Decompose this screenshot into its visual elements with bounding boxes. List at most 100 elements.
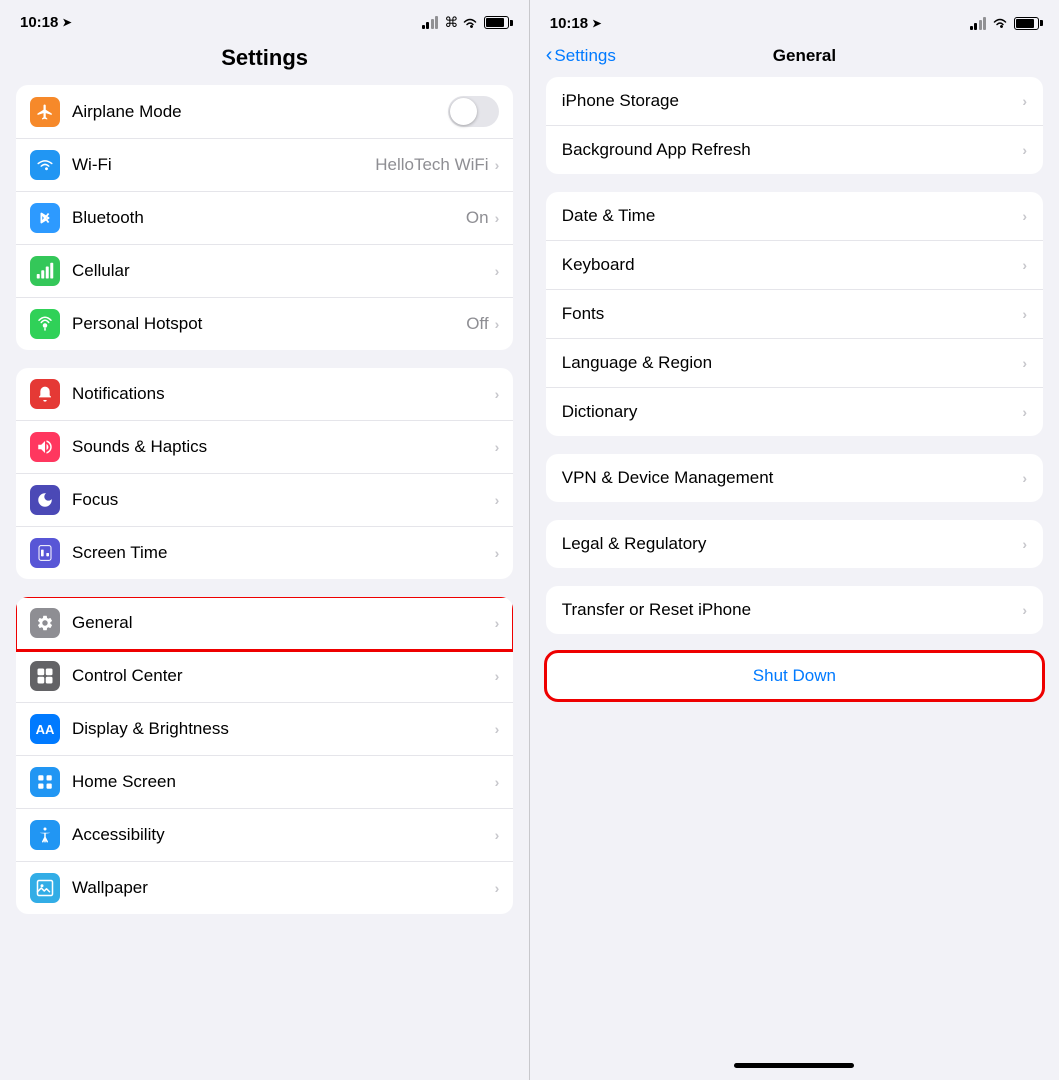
hotspot-icon — [30, 309, 60, 339]
toggle-knob — [450, 98, 477, 125]
sounds-chevron: › — [495, 439, 500, 455]
airplane-toggle[interactable] — [448, 96, 499, 127]
notifications-icon — [30, 379, 60, 409]
accessibility-row[interactable]: Accessibility › — [16, 809, 513, 862]
vpn-row[interactable]: VPN & Device Management › — [546, 454, 1043, 502]
datetime-label: Date & Time — [562, 206, 1023, 226]
notifications-row[interactable]: Notifications › — [16, 368, 513, 421]
accessibility-chevron: › — [495, 827, 500, 843]
general-row[interactable]: General › — [16, 597, 513, 650]
legal-chevron: › — [1022, 536, 1027, 552]
left-wifi-icon: ⌘ — [444, 14, 478, 31]
focus-icon — [30, 485, 60, 515]
homescreen-chevron: › — [495, 774, 500, 790]
back-label: Settings — [554, 46, 615, 66]
right-time: 10:18 ➤ — [550, 15, 602, 32]
left-time: 10:18 ➤ — [20, 14, 72, 31]
airplane-mode-row[interactable]: Airplane Mode — [16, 85, 513, 139]
wallpaper-icon — [30, 873, 60, 903]
left-page-title: Settings — [0, 37, 529, 85]
shutdown-row[interactable]: Shut Down — [546, 652, 1043, 700]
vpn-label: VPN & Device Management — [562, 468, 1023, 488]
sounds-row[interactable]: Sounds & Haptics › — [16, 421, 513, 474]
transfer-label: Transfer or Reset iPhone — [562, 600, 1023, 620]
display-label: Display & Brightness — [72, 719, 495, 739]
signal-bar-2 — [426, 22, 429, 29]
left-panel: 10:18 ➤ ⌘ Settings — [0, 0, 529, 1080]
general-label: General — [72, 613, 495, 633]
sounds-icon — [30, 432, 60, 462]
cellular-row[interactable]: Cellular › — [16, 245, 513, 298]
accessibility-label: Accessibility — [72, 825, 495, 845]
right-status-bar: 10:18 ➤ — [530, 0, 1059, 38]
vpn-chevron: › — [1022, 470, 1027, 486]
wifi-value: HelloTech WiFi — [375, 155, 488, 175]
legal-label: Legal & Regulatory — [562, 534, 1023, 554]
legal-row[interactable]: Legal & Regulatory › — [546, 520, 1043, 568]
back-button[interactable]: ‹ Settings — [546, 44, 616, 67]
transfer-group: Transfer or Reset iPhone › — [546, 586, 1043, 634]
controlcenter-label: Control Center — [72, 666, 495, 686]
wifi-chevron: › — [495, 157, 500, 173]
keyboard-label: Keyboard — [562, 255, 1023, 275]
screentime-row[interactable]: Screen Time › — [16, 527, 513, 579]
datetime-row[interactable]: Date & Time › — [546, 192, 1043, 241]
shutdown-group: Shut Down — [546, 652, 1043, 700]
keyboard-row[interactable]: Keyboard › — [546, 241, 1043, 290]
home-indicator — [530, 1056, 1059, 1080]
fonts-label: Fonts — [562, 304, 1023, 324]
fonts-row[interactable]: Fonts › — [546, 290, 1043, 339]
system2-group: General › Control Center › AA — [16, 597, 513, 914]
wallpaper-label: Wallpaper — [72, 878, 495, 898]
bg-refresh-label: Background App Refresh — [562, 140, 1023, 160]
homescreen-label: Home Screen — [72, 772, 495, 792]
iphone-storage-row[interactable]: iPhone Storage › — [546, 77, 1043, 126]
wifi-row-icon — [30, 150, 60, 180]
focus-row[interactable]: Focus › — [16, 474, 513, 527]
battery-fill — [486, 18, 504, 27]
bluetooth-value: On — [466, 208, 489, 228]
sounds-label: Sounds & Haptics — [72, 437, 495, 457]
signal-bar-r1 — [970, 26, 973, 30]
right-location-arrow: ➤ — [592, 17, 601, 30]
fonts-chevron: › — [1022, 306, 1027, 322]
hotspot-label: Personal Hotspot — [72, 314, 466, 334]
bluetooth-row[interactable]: Bluetooth On › — [16, 192, 513, 245]
left-settings-list: Airplane Mode Wi-Fi HelloTech WiFi › — [0, 85, 529, 1080]
iphone-storage-label: iPhone Storage — [562, 91, 1023, 111]
homescreen-row[interactable]: Home Screen › — [16, 756, 513, 809]
dictionary-row[interactable]: Dictionary › — [546, 388, 1043, 436]
signal-bar-4 — [435, 16, 438, 29]
focus-label: Focus — [72, 490, 495, 510]
screentime-chevron: › — [495, 545, 500, 561]
left-location-arrow: ➤ — [62, 16, 71, 29]
accessibility-icon — [30, 820, 60, 850]
locale-group: Date & Time › Keyboard › Fonts › Languag… — [546, 192, 1043, 436]
airplane-icon — [30, 97, 60, 127]
display-row[interactable]: AA Display & Brightness › — [16, 703, 513, 756]
bg-refresh-row[interactable]: Background App Refresh › — [546, 126, 1043, 174]
language-chevron: › — [1022, 355, 1027, 371]
language-row[interactable]: Language & Region › — [546, 339, 1043, 388]
bluetooth-label: Bluetooth — [72, 208, 466, 228]
right-status-icons — [970, 14, 1040, 32]
signal-bar-r2 — [974, 23, 977, 30]
wifi-row[interactable]: Wi-Fi HelloTech WiFi › — [16, 139, 513, 192]
connectivity-group: Airplane Mode Wi-Fi HelloTech WiFi › — [16, 85, 513, 350]
storage-group: iPhone Storage › Background App Refresh … — [546, 77, 1043, 174]
hotspot-chevron: › — [495, 316, 500, 332]
general-icon — [30, 608, 60, 638]
controlcenter-row[interactable]: Control Center › — [16, 650, 513, 703]
focus-chevron: › — [495, 492, 500, 508]
keyboard-chevron: › — [1022, 257, 1027, 273]
dictionary-chevron: › — [1022, 404, 1027, 420]
wallpaper-row[interactable]: Wallpaper › — [16, 862, 513, 914]
transfer-row[interactable]: Transfer or Reset iPhone › — [546, 586, 1043, 634]
back-chevron-icon: ‹ — [546, 44, 553, 67]
signal-bar-r4 — [983, 17, 986, 30]
left-time-text: 10:18 — [20, 14, 58, 31]
signal-bar-r3 — [979, 20, 982, 30]
hotspot-row[interactable]: Personal Hotspot Off › — [16, 298, 513, 350]
dictionary-label: Dictionary — [562, 402, 1023, 422]
cellular-icon — [30, 256, 60, 286]
